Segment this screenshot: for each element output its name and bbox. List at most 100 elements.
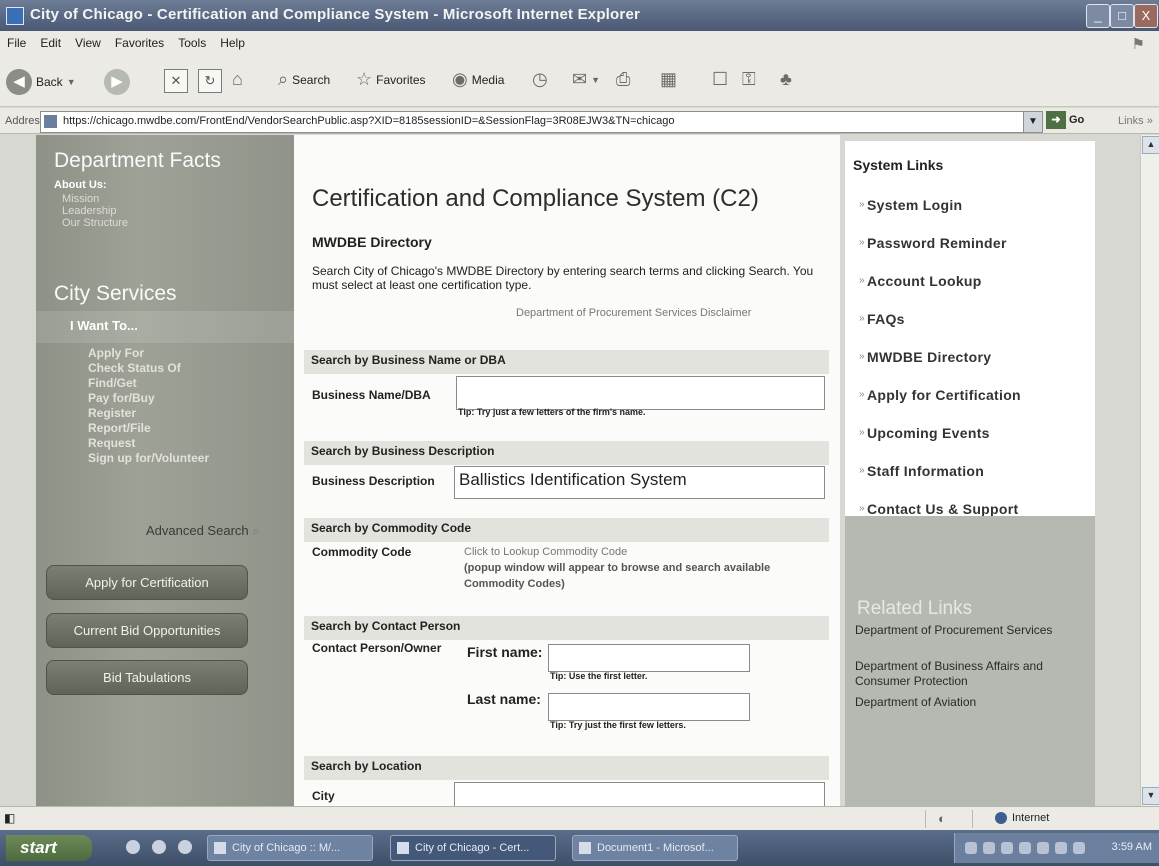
link-system-login[interactable]: System Login bbox=[867, 197, 962, 213]
apply-certification-button[interactable]: Apply for Certification bbox=[46, 565, 248, 600]
intro-text: Search City of Chicago's MWDBE Directory… bbox=[312, 264, 814, 292]
link-mwdbe-directory[interactable]: MWDBE Directory bbox=[867, 349, 991, 365]
link-staff-information[interactable]: Staff Information bbox=[867, 463, 984, 479]
nav-register[interactable]: Register bbox=[88, 406, 136, 420]
scroll-up-icon[interactable]: ▲ bbox=[1142, 136, 1159, 154]
forward-arrow-icon: ▶ bbox=[104, 69, 130, 95]
refresh-icon: ↻ bbox=[198, 69, 222, 93]
link-upcoming-events[interactable]: Upcoming Events bbox=[867, 425, 990, 441]
tray-icon[interactable] bbox=[1037, 842, 1049, 854]
window-title-bar[interactable]: City of Chicago - Certification and Comp… bbox=[0, 0, 1159, 31]
favorites-button[interactable]: ☆ Favorites bbox=[356, 69, 426, 90]
business-name-input[interactable] bbox=[456, 376, 825, 410]
related-link-aviation[interactable]: Department of Aviation bbox=[855, 695, 976, 710]
maximize-button[interactable]: □ bbox=[1110, 4, 1134, 28]
tray-icon[interactable] bbox=[1019, 842, 1031, 854]
advanced-search-link[interactable]: Advanced Search ⌕ bbox=[146, 523, 260, 539]
link-apply-certification[interactable]: Apply for Certification bbox=[867, 387, 1021, 403]
status-separator bbox=[972, 810, 973, 828]
bid-tabulations-button[interactable]: Bid Tabulations bbox=[46, 660, 248, 695]
disclaimer-link[interactable]: Department of Procurement Services Discl… bbox=[516, 307, 751, 319]
edit-button[interactable]: ▦ bbox=[660, 69, 677, 90]
tray-icon[interactable] bbox=[1055, 842, 1067, 854]
commodity-lookup-link[interactable]: Click to Lookup Commodity Code bbox=[464, 544, 804, 560]
nav-pay-buy[interactable]: Pay for/Buy bbox=[88, 391, 155, 405]
city-services-heading: City Services bbox=[54, 282, 177, 305]
messenger-button[interactable]: ♣ bbox=[780, 69, 792, 90]
stop-button[interactable]: ✕ bbox=[164, 69, 188, 93]
vertical-scrollbar[interactable]: ▲ ▼ bbox=[1140, 135, 1159, 806]
tray-icon[interactable] bbox=[1001, 842, 1013, 854]
nav-link-mission[interactable]: Mission bbox=[62, 193, 99, 205]
link-faqs[interactable]: FAQs bbox=[867, 311, 905, 327]
mail-button[interactable]: ✉ ▼ bbox=[572, 69, 600, 90]
link-password-reminder[interactable]: Password Reminder bbox=[867, 235, 1007, 251]
tray-icon[interactable] bbox=[983, 842, 995, 854]
taskbar-item-chicago-main[interactable]: City of Chicago :: M/... bbox=[207, 835, 373, 861]
main-content: Certification and Compliance System (C2)… bbox=[294, 135, 840, 806]
menu-file[interactable]: File bbox=[0, 31, 33, 50]
history-button[interactable]: ◷ bbox=[532, 69, 548, 90]
menu-favorites[interactable]: Favorites bbox=[108, 31, 171, 50]
nav-sign-up[interactable]: Sign up for/Volunteer bbox=[88, 451, 209, 465]
nav-link-leadership[interactable]: Leadership bbox=[62, 205, 116, 217]
link-contact-support[interactable]: Contact Us & Support bbox=[867, 501, 1018, 517]
related-link-procurement[interactable]: Department of Procurement Services bbox=[855, 623, 1075, 638]
menu-help[interactable]: Help bbox=[213, 31, 252, 50]
edit-icon: ▦ bbox=[660, 69, 678, 89]
first-name-input[interactable] bbox=[548, 644, 750, 672]
start-button[interactable]: start bbox=[6, 835, 92, 861]
clock: 3:59 AM bbox=[1111, 841, 1152, 853]
discuss-icon: ☐ bbox=[712, 69, 729, 89]
go-button[interactable]: ➜ Go bbox=[1046, 111, 1084, 129]
link-account-lookup[interactable]: Account Lookup bbox=[867, 273, 982, 289]
page-title: Certification and Compliance System (C2) bbox=[312, 185, 759, 212]
refresh-button[interactable]: ↻ bbox=[198, 69, 222, 93]
nav-find-get[interactable]: Find/Get bbox=[88, 376, 137, 390]
tray-icon[interactable] bbox=[1073, 842, 1085, 854]
menu-tools[interactable]: Tools bbox=[171, 31, 213, 50]
scroll-down-icon[interactable]: ▼ bbox=[1142, 787, 1159, 805]
tray-icon[interactable] bbox=[965, 842, 977, 854]
advanced-search-label: Advanced Search bbox=[146, 523, 249, 538]
back-arrow-icon: ◀ bbox=[6, 69, 32, 95]
nav-report-file[interactable]: Report/File bbox=[88, 421, 151, 435]
taskbar-item-word[interactable]: Document1 - Microsof... bbox=[572, 835, 738, 861]
menu-view[interactable]: View bbox=[68, 31, 108, 50]
city-input[interactable] bbox=[454, 782, 825, 806]
home-button[interactable]: ⌂ bbox=[232, 69, 243, 90]
bid-opportunities-button[interactable]: Current Bid Opportunities bbox=[46, 613, 248, 648]
section-business-description: Search by Business Description bbox=[304, 441, 829, 465]
related-link-business-affairs[interactable]: Department of Business Affairs and Consu… bbox=[855, 659, 1065, 689]
discuss-button[interactable]: ☐ bbox=[712, 69, 728, 90]
back-button[interactable]: ◀ Back ▼ bbox=[6, 69, 76, 95]
windows-logo-icon: ⚑ bbox=[1131, 36, 1145, 53]
nav-apply-for[interactable]: Apply For bbox=[88, 346, 144, 360]
research-button[interactable]: ⚿ bbox=[742, 69, 756, 90]
menu-edit[interactable]: Edit bbox=[33, 31, 68, 50]
links-button[interactable]: Links » bbox=[1118, 115, 1153, 127]
last-name-tip: Tip: Try just the first few letters. bbox=[550, 720, 686, 730]
messenger-icon: ♣ bbox=[780, 69, 792, 89]
quicklaunch-outlook-icon[interactable] bbox=[178, 840, 192, 854]
print-button[interactable]: ⎙ bbox=[616, 69, 630, 90]
bullet-icon: » bbox=[859, 503, 865, 514]
taskbar-item-chicago-cert[interactable]: City of Chicago - Cert... bbox=[390, 835, 556, 861]
address-input[interactable]: https://chicago.mwdbe.com/FrontEnd/Vendo… bbox=[40, 111, 1024, 133]
address-dropdown-icon[interactable]: ▼ bbox=[1023, 111, 1043, 133]
menu-bar: File Edit View Favorites Tools Help ⚑ bbox=[0, 31, 1159, 55]
search-button[interactable]: ⌕ Search bbox=[278, 69, 330, 90]
nav-request[interactable]: Request bbox=[88, 436, 135, 450]
nav-link-structure[interactable]: Our Structure bbox=[62, 217, 128, 229]
nav-check-status[interactable]: Check Status Of bbox=[88, 361, 181, 375]
minimize-button[interactable]: _ bbox=[1086, 4, 1110, 28]
last-name-input[interactable] bbox=[548, 693, 750, 721]
quicklaunch-desktop-icon[interactable] bbox=[126, 840, 140, 854]
media-button[interactable]: ◉ Media bbox=[452, 69, 504, 90]
forward-button[interactable]: ▶ bbox=[104, 69, 130, 95]
mail-dropdown-icon: ▼ bbox=[591, 74, 601, 85]
business-description-input[interactable]: Ballistics Identification System bbox=[454, 466, 825, 499]
quicklaunch-ie-icon[interactable] bbox=[152, 840, 166, 854]
close-button[interactable]: X bbox=[1134, 4, 1158, 28]
zone-label: Internet bbox=[1012, 812, 1050, 824]
